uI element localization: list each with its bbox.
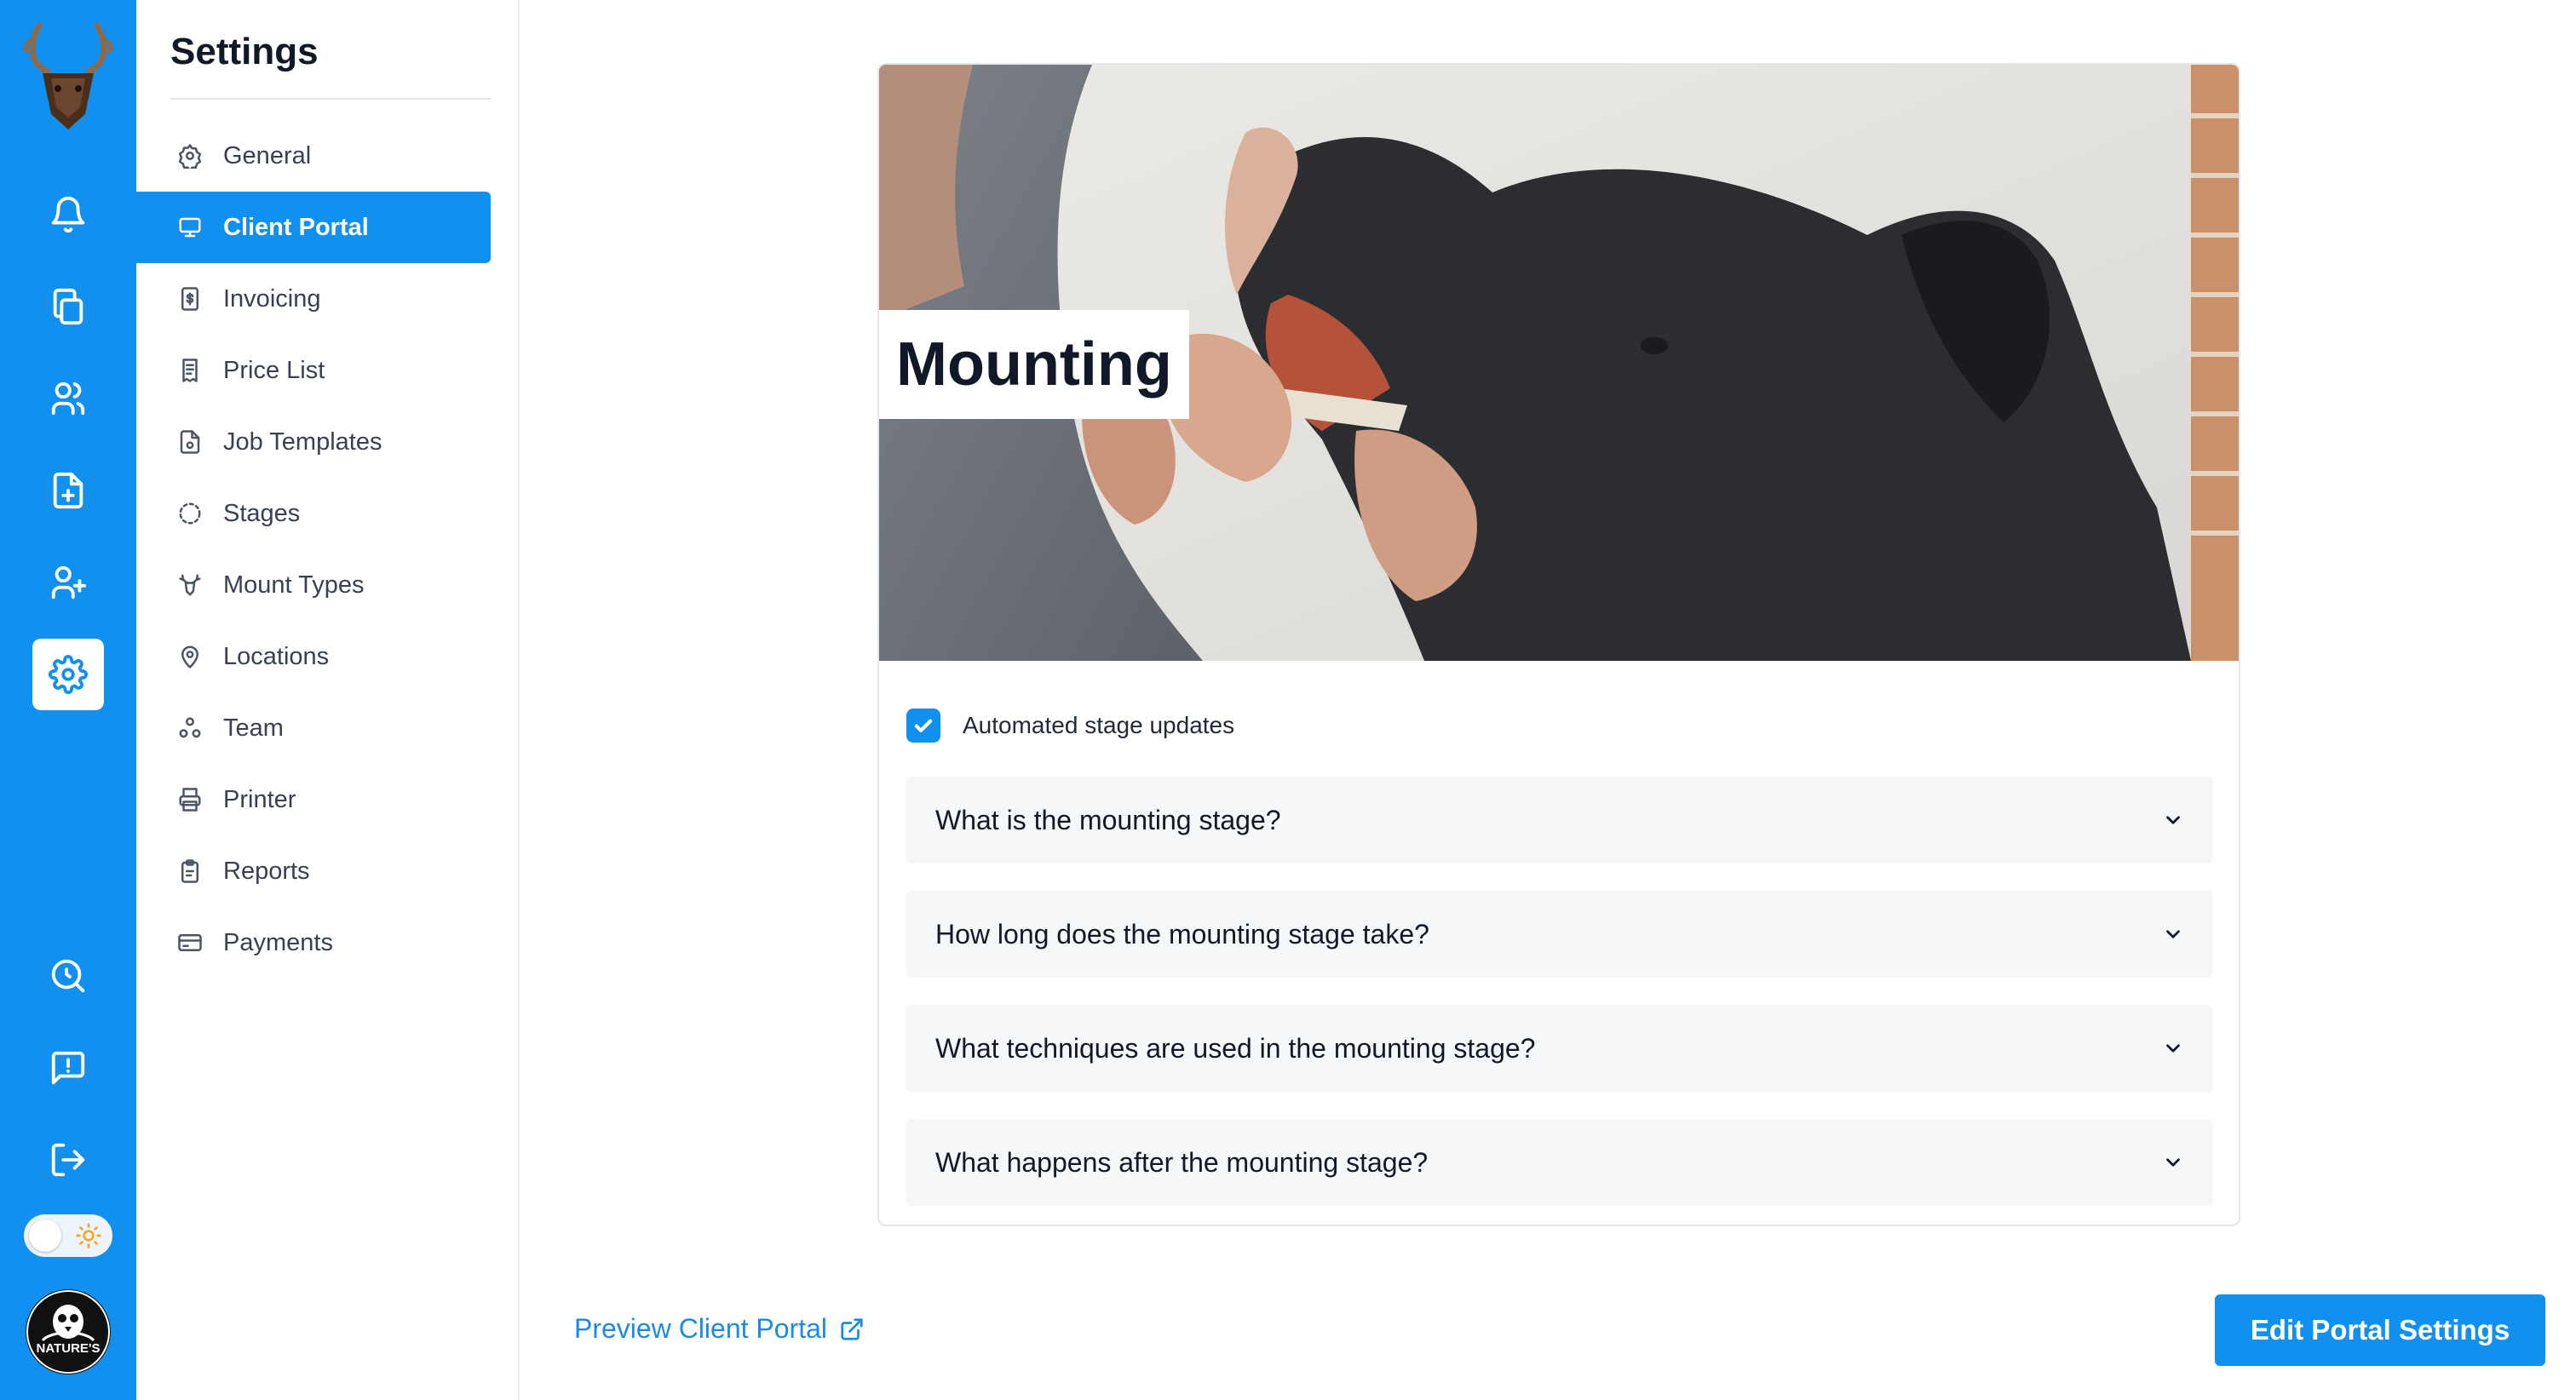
settings-menu: Settings General Client Portal Invoicing… xyxy=(136,0,520,1400)
faq-question: What techniques are used in the mounting… xyxy=(935,1032,1536,1064)
faq-question: How long does the mounting stage take? xyxy=(935,918,1429,950)
new-job-button[interactable] xyxy=(32,455,104,526)
map-pin-icon xyxy=(181,645,198,668)
menu-item-client-portal[interactable]: Client Portal xyxy=(136,192,491,263)
edit-portal-settings-button[interactable]: Edit Portal Settings xyxy=(2215,1294,2545,1366)
theme-toggle[interactable] xyxy=(24,1214,112,1257)
logout-icon xyxy=(51,1143,85,1177)
menu-item-label: Client Portal xyxy=(223,213,369,241)
menu-item-stages[interactable]: Stages xyxy=(136,478,491,549)
check-icon xyxy=(914,719,933,732)
automated-updates-option: Automated stage updates xyxy=(906,709,1234,743)
client-portal-preview-card: Mounting Automated stage updates What is… xyxy=(877,63,2240,1226)
faq-item[interactable]: What is the mounting stage? xyxy=(906,777,2213,864)
menu-item-label: Reports xyxy=(223,857,310,885)
faq-question: What is the mounting stage? xyxy=(935,804,1281,835)
search-button[interactable] xyxy=(32,940,104,1012)
notifications-button[interactable] xyxy=(32,179,104,250)
menu-item-general[interactable]: General xyxy=(136,120,491,192)
preview-link-label: Preview Client Portal xyxy=(574,1313,827,1344)
toggle-knob xyxy=(29,1219,61,1252)
sun-icon xyxy=(76,1223,101,1248)
gear-icon xyxy=(178,144,202,169)
chevron-down-icon xyxy=(2166,1158,2180,1167)
printer-icon xyxy=(179,788,201,812)
menu-item-mount-types[interactable]: Mount Types xyxy=(136,549,491,621)
feedback-button[interactable] xyxy=(32,1032,104,1104)
menu-item-reports[interactable]: Reports xyxy=(136,835,491,907)
users-icon xyxy=(51,382,85,416)
receipt-icon xyxy=(182,359,198,382)
stage-hero-image: Mounting xyxy=(879,65,2239,661)
menu-item-team[interactable]: Team xyxy=(136,692,491,764)
menu-item-label: Job Templates xyxy=(223,427,382,456)
copy-icon xyxy=(53,288,83,325)
icon-rail: NATURE'S xyxy=(0,0,136,1400)
team-icon xyxy=(179,717,201,738)
search-icon xyxy=(51,959,85,993)
monitor-icon xyxy=(179,217,201,238)
gear-icon xyxy=(49,655,88,694)
external-link-icon xyxy=(841,1317,863,1340)
chevron-down-icon xyxy=(2166,930,2180,938)
faq-item[interactable]: What happens after the mounting stage? xyxy=(906,1119,2213,1206)
menu-item-label: Payments xyxy=(223,928,333,956)
menu-item-payments[interactable]: Payments xyxy=(136,907,491,978)
stage-title: Mounting xyxy=(879,310,1189,419)
menu-item-label: Price List xyxy=(223,356,325,384)
invoice-icon xyxy=(181,287,198,311)
clipboard-icon xyxy=(181,859,198,883)
menu-item-label: Mount Types xyxy=(223,571,365,599)
menu-item-label: Invoicing xyxy=(223,284,321,313)
credit-card-icon xyxy=(178,934,202,951)
menu-item-job-templates[interactable]: Job Templates xyxy=(136,406,491,478)
deer-skull-logo[interactable] xyxy=(22,22,114,133)
menu-item-label: Stages xyxy=(223,499,301,527)
deer-icon xyxy=(179,574,201,596)
message-alert-icon xyxy=(51,1051,85,1085)
bell-icon xyxy=(51,197,85,233)
file-icon xyxy=(180,430,200,454)
automated-updates-label: Automated stage updates xyxy=(963,712,1235,738)
menu-item-locations[interactable]: Locations xyxy=(136,621,491,692)
faq-question: What happens after the mounting stage? xyxy=(935,1146,1429,1178)
user-plus-icon xyxy=(51,565,87,600)
menu-item-label: Locations xyxy=(223,642,330,670)
file-plus-icon xyxy=(53,472,83,509)
settings-button[interactable] xyxy=(32,639,104,710)
add-user-button[interactable] xyxy=(32,547,104,618)
customers-button[interactable] xyxy=(32,363,104,434)
chevron-down-icon xyxy=(2166,816,2180,824)
menu-item-label: General xyxy=(223,141,312,169)
menu-title: Settings xyxy=(170,31,319,72)
menu-item-label: Team xyxy=(223,714,284,742)
logout-button[interactable] xyxy=(32,1124,104,1196)
menu-item-price-list[interactable]: Price List xyxy=(136,335,491,406)
menu-item-invoicing[interactable]: Invoicing xyxy=(136,263,491,335)
menu-divider xyxy=(170,98,491,100)
automated-updates-checkbox[interactable] xyxy=(906,709,940,743)
faq-item[interactable]: What techniques are used in the mounting… xyxy=(906,1005,2213,1092)
preview-client-portal-link[interactable]: Preview Client Portal xyxy=(574,1313,865,1345)
chevron-down-icon xyxy=(2166,1044,2180,1053)
faq-item[interactable]: How long does the mounting stage take? xyxy=(906,891,2213,978)
avatar[interactable]: NATURE'S xyxy=(26,1289,111,1374)
avatar-text: NATURE'S xyxy=(37,1341,101,1356)
loader-icon xyxy=(179,502,201,525)
menu-item-label: Printer xyxy=(223,785,296,813)
menu-item-printer[interactable]: Printer xyxy=(136,764,491,835)
documents-button[interactable] xyxy=(32,271,104,342)
